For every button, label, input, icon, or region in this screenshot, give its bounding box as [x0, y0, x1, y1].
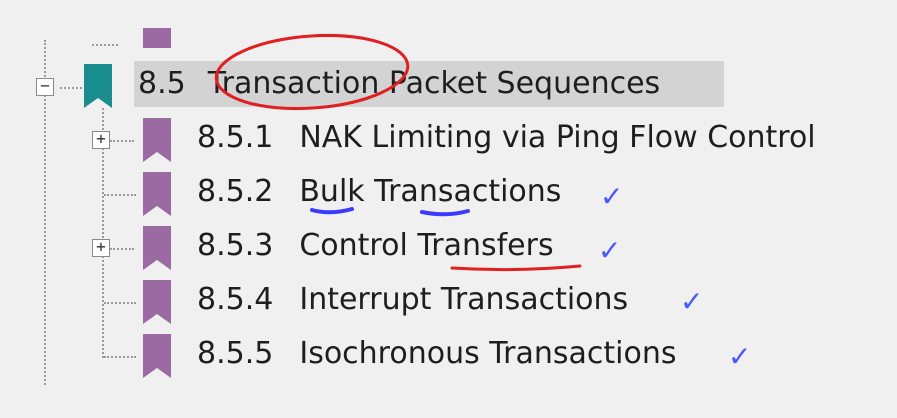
expand-toggle[interactable]: +	[92, 239, 110, 257]
checkmark-icon: ✓	[600, 180, 624, 213]
tree-item-8-5[interactable]: 8.5 Transaction Packet Sequences	[138, 62, 660, 106]
item-title: Interrupt Transactions	[299, 282, 629, 317]
tree-guide-line	[110, 248, 134, 250]
bookmark-teal-icon	[84, 64, 112, 108]
item-title: Isochronous Transactions	[299, 336, 677, 371]
tree-item-8-5-5[interactable]: 8.5.5 Isochronous Transactions	[197, 332, 677, 376]
tree-item-8-5-4[interactable]: 8.5.4 Interrupt Transactions	[197, 278, 628, 322]
item-number: 8.5	[138, 66, 186, 101]
bookmark-purple-icon	[143, 226, 171, 270]
item-title: Transaction Packet Sequences	[207, 66, 661, 101]
tree-guide-line	[110, 140, 134, 142]
item-number: 8.5.4	[197, 282, 274, 317]
bookmark-purple-icon	[143, 334, 171, 378]
bookmark-purple-icon	[143, 28, 171, 48]
item-number: 8.5.3	[197, 228, 274, 263]
item-number: 8.5.2	[197, 174, 274, 209]
tree-guide-line	[60, 87, 82, 89]
tree-item-8-5-1[interactable]: 8.5.1 NAK Limiting via Ping Flow Control	[197, 116, 816, 160]
checkmark-icon: ✓	[598, 234, 622, 267]
tree-guide-line	[104, 356, 136, 358]
bookmark-tree-panel: − 8.5 Transaction Packet Sequences + 8.5.…	[0, 0, 897, 418]
item-number: 8.5.1	[197, 120, 274, 155]
bookmark-purple-icon	[143, 280, 171, 324]
tree-guide-line	[104, 302, 136, 304]
checkmark-icon: ✓	[728, 340, 752, 373]
expand-toggle[interactable]: +	[92, 131, 110, 149]
collapse-toggle[interactable]: −	[36, 78, 54, 96]
item-title: NAK Limiting via Ping Flow Control	[299, 120, 816, 155]
tree-item-8-5-2[interactable]: 8.5.2 Bulk Transactions	[197, 170, 561, 214]
tree-guide-line	[92, 44, 118, 46]
bookmark-purple-icon	[143, 172, 171, 216]
bookmark-purple-icon	[143, 118, 171, 162]
item-title: Bulk Transactions	[299, 174, 562, 209]
tree-item-8-5-3[interactable]: 8.5.3 Control Transfers	[197, 224, 554, 268]
item-title: Control Transfers	[299, 228, 554, 263]
item-number: 8.5.5	[197, 336, 274, 371]
checkmark-icon: ✓	[680, 285, 704, 318]
tree-guide-line	[104, 194, 136, 196]
